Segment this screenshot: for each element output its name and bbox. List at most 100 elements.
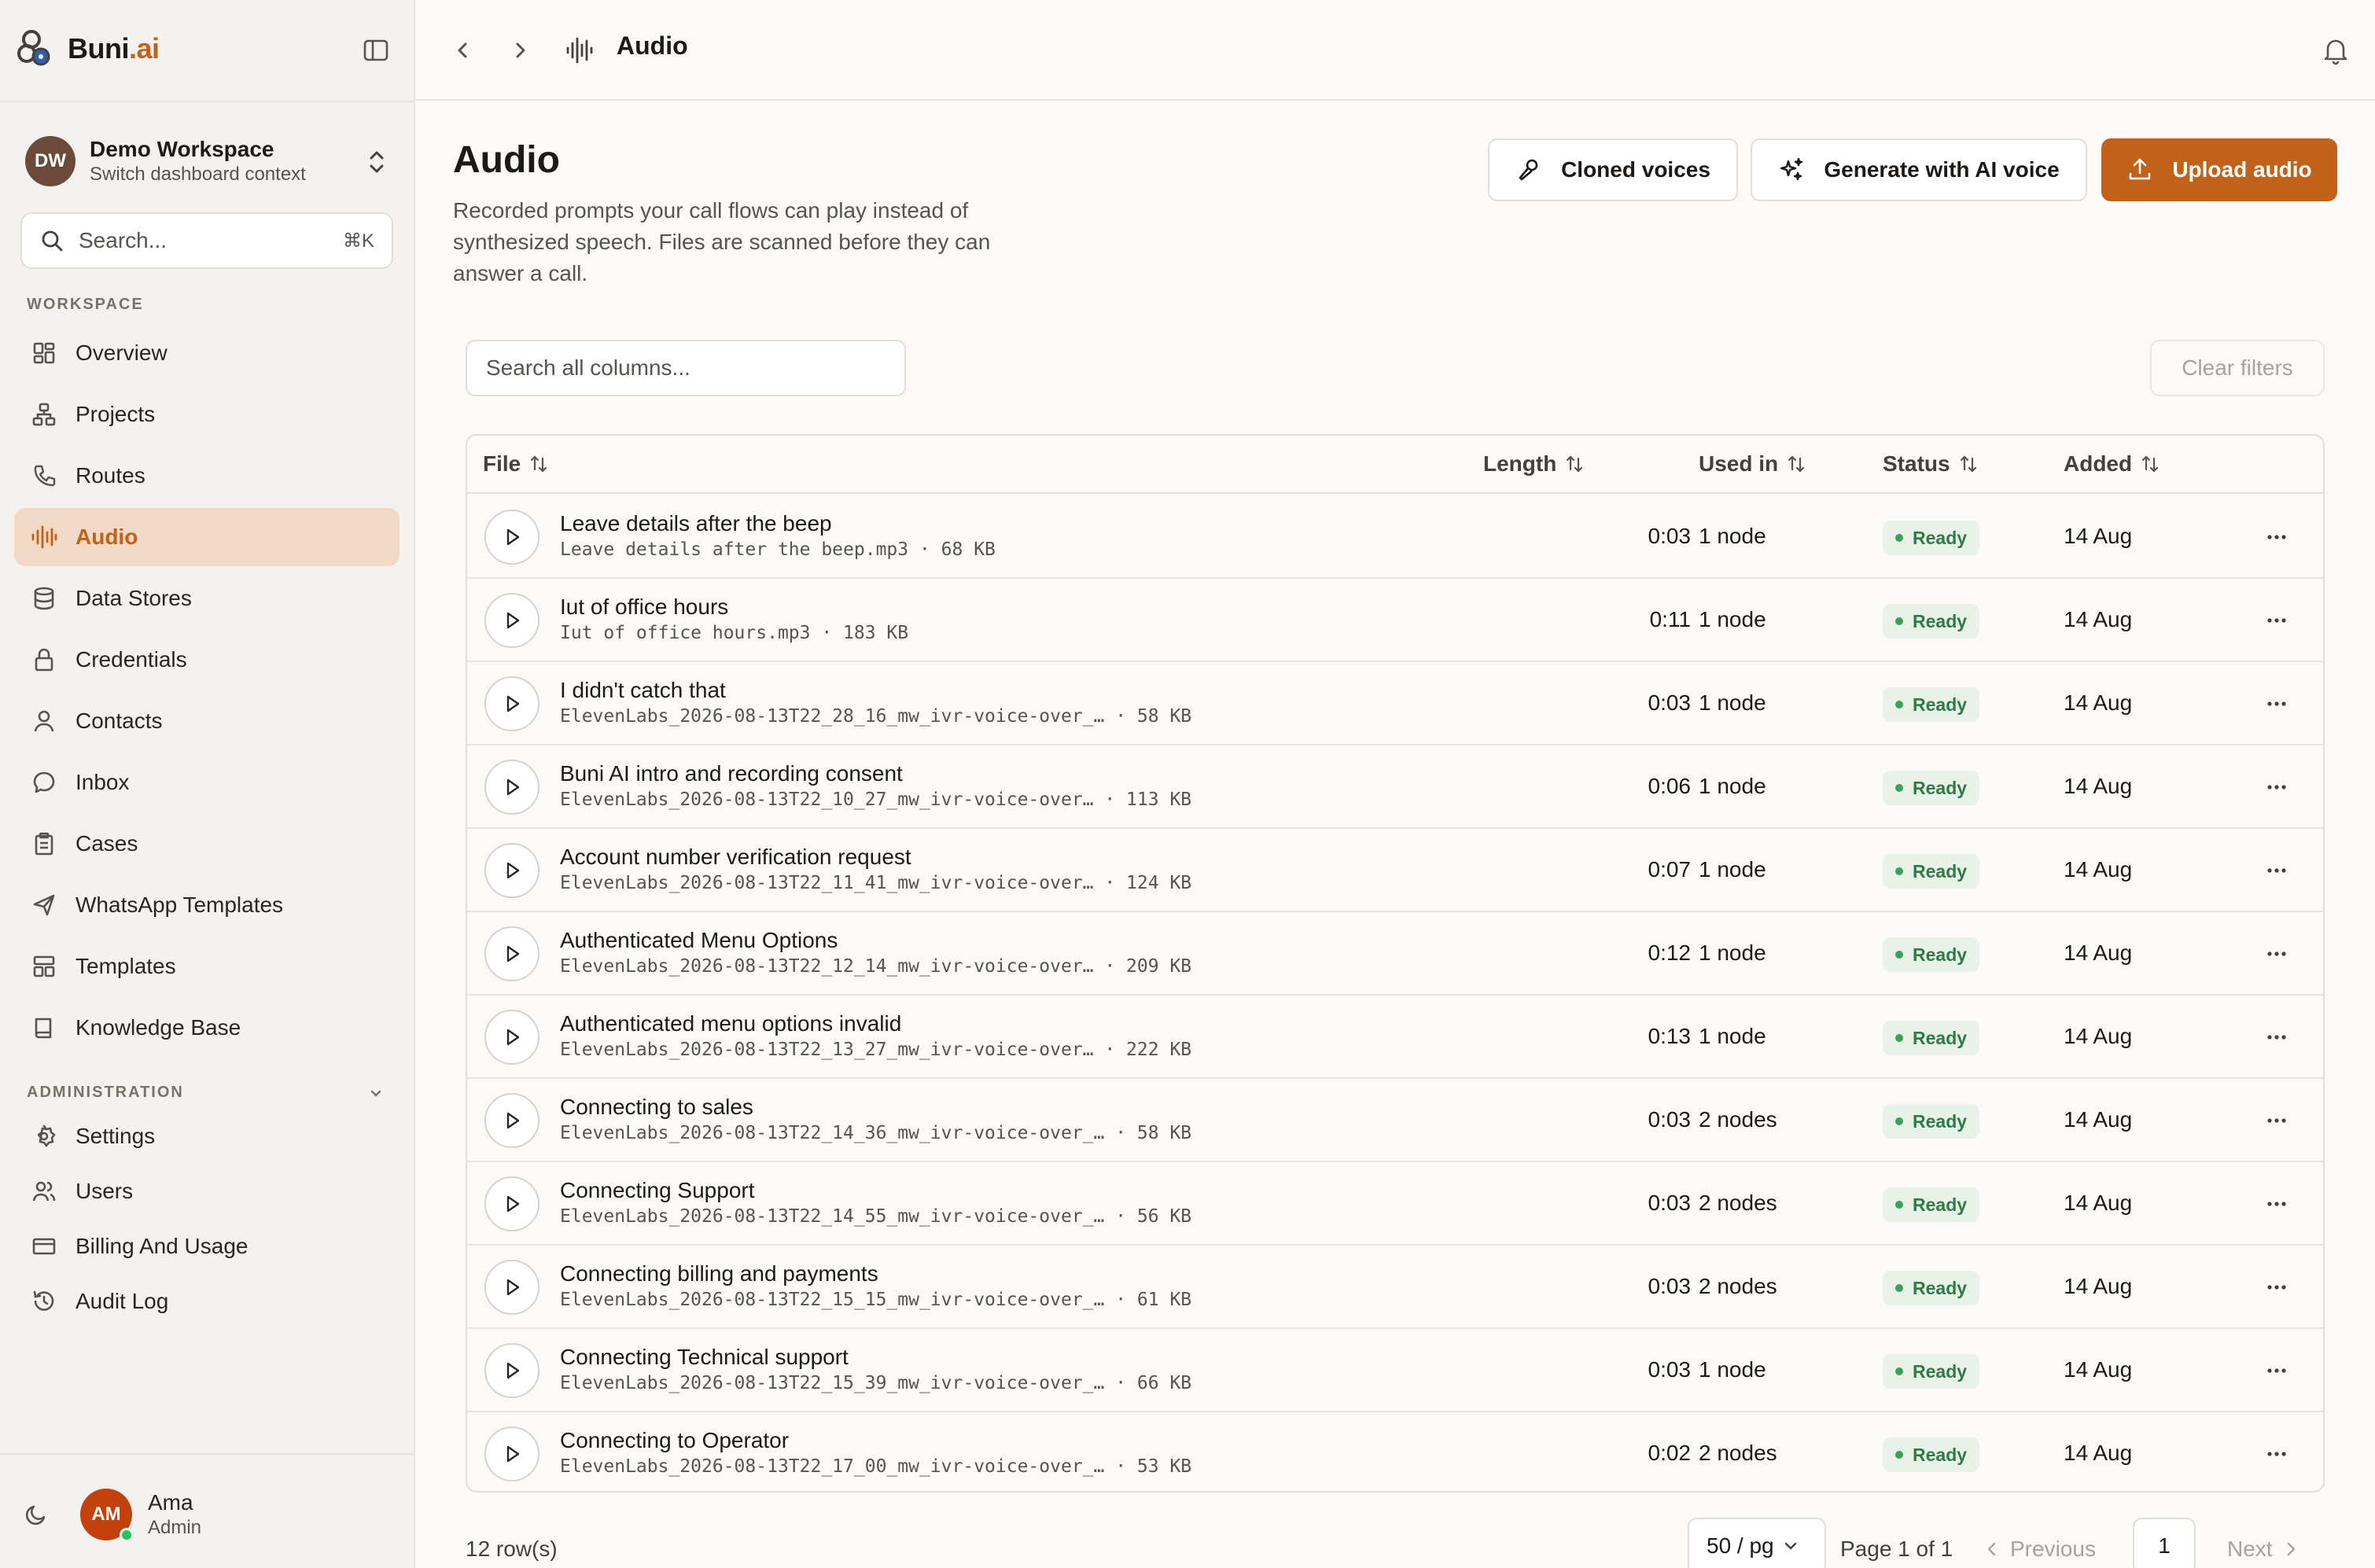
sidebar-item-contacts[interactable]: Contacts (14, 692, 400, 750)
forward-arrow-icon[interactable] (505, 35, 536, 66)
more-options-icon[interactable] (2263, 859, 2290, 882)
table-row[interactable]: Authenticated Menu Options ElevenLabs_202… (467, 912, 2323, 996)
status-dot (1895, 1117, 1903, 1125)
column-header-used-in[interactable]: Used in (1699, 451, 1806, 477)
audio-filename: ElevenLabs_2026-08-13T22_17_00_mw_ivr-vo… (560, 1456, 1192, 1477)
sidebar-item-routes[interactable]: Routes (14, 447, 400, 505)
table-search-input[interactable] (486, 355, 904, 381)
clear-filters-button[interactable]: Clear filters (2150, 340, 2325, 396)
upload-audio-button[interactable]: Upload audio (2101, 138, 2337, 201)
generate-ai-voice-button[interactable]: Generate with AI voice (1751, 138, 2087, 201)
audio-used-in: 1 node (1699, 774, 1766, 798)
status-dot (1895, 534, 1903, 542)
sidebar-item-audit-log[interactable]: Audit Log (14, 1272, 400, 1331)
chevron-down-icon[interactable] (366, 1084, 385, 1102)
page-size-select[interactable]: 50 / pg (1688, 1518, 1826, 1568)
more-options-icon[interactable] (2263, 1359, 2290, 1382)
more-options-icon[interactable] (2263, 1192, 2290, 1216)
sidebar-item-billing[interactable]: Billing And Usage (14, 1217, 400, 1275)
bell-icon[interactable] (2320, 35, 2351, 66)
user-menu[interactable]: AM Ama Admin (24, 1483, 393, 1546)
workspace-switcher[interactable]: DW Demo Workspace Switch dashboard conte… (25, 134, 392, 189)
cloned-voices-button[interactable]: Cloned voices (1488, 138, 1738, 201)
play-button[interactable] (484, 1010, 539, 1065)
more-options-icon[interactable] (2263, 525, 2290, 549)
play-button[interactable] (484, 510, 539, 565)
play-button[interactable] (484, 1093, 539, 1148)
credit-card-icon (32, 1238, 56, 1255)
sidebar-item-projects[interactable]: Projects (14, 385, 400, 444)
history-icon (33, 1290, 54, 1311)
table-row[interactable]: Connecting to sales ElevenLabs_2026-08-13… (467, 1079, 2323, 1162)
sidebar-item-settings[interactable]: Settings (14, 1107, 400, 1165)
sidebar-item-knowledge-base[interactable]: Knowledge Base (14, 999, 400, 1057)
back-arrow-icon[interactable] (447, 35, 478, 66)
more-options-icon[interactable] (2263, 609, 2290, 632)
sidebar-search[interactable]: Search... ⌘K (20, 212, 393, 269)
play-button[interactable] (484, 1343, 539, 1398)
column-header-added[interactable]: Added (2064, 451, 2160, 477)
chevron-up-down-icon (370, 151, 384, 173)
table-row[interactable]: I didn't catch that ElevenLabs_2026-08-13… (467, 662, 2323, 745)
brand-name: Buni.ai (68, 32, 160, 64)
more-options-icon[interactable] (2263, 1275, 2290, 1299)
table-row[interactable]: Account number verification request Eleve… (467, 829, 2323, 912)
page-number-button[interactable]: 1 (2133, 1518, 2196, 1568)
audio-filename: ElevenLabs_2026-08-13T22_15_15_mw_ivr-vo… (560, 1290, 1192, 1310)
sidebar-item-overview[interactable]: Overview (14, 324, 400, 382)
play-button[interactable] (484, 676, 539, 731)
status-badge: Ready (1883, 521, 1980, 555)
play-button[interactable] (484, 1176, 539, 1231)
sidebar-item-inbox[interactable]: Inbox (14, 753, 400, 812)
more-options-icon[interactable] (2263, 1442, 2290, 1466)
sidebar-item-label: Cases (75, 831, 138, 856)
table-row[interactable]: Authenticated menu options invalid Eleven… (467, 996, 2323, 1079)
workspace-subtitle: Switch dashboard context (90, 164, 306, 185)
table-row[interactable]: Connecting to Operator ElevenLabs_2026-08… (467, 1412, 2323, 1491)
audio-length: 0:13 (1648, 1024, 1692, 1048)
table-row[interactable]: Iut of office hours Iut of office hours.m… (467, 579, 2323, 662)
moon-icon[interactable] (24, 1502, 49, 1527)
column-header-length[interactable]: Length (1483, 451, 1585, 477)
sidebar-item-templates[interactable]: Templates (14, 937, 400, 996)
sidebar-search-placeholder: Search... (79, 228, 168, 252)
sidebar-item-users[interactable]: Users (14, 1162, 400, 1220)
play-button[interactable] (484, 926, 539, 981)
play-button[interactable] (484, 760, 539, 815)
table-row[interactable]: Leave details after the beep Leave detail… (467, 495, 2323, 579)
table-row[interactable]: Connecting billing and payments ElevenLab… (467, 1246, 2323, 1329)
table-search[interactable] (466, 340, 906, 396)
more-options-icon[interactable] (2263, 942, 2290, 966)
column-header-status[interactable]: Status (1883, 451, 1979, 477)
more-options-icon[interactable] (2263, 775, 2290, 799)
chevron-down-icon (1784, 1542, 1796, 1550)
sidebar-item-whatsapp-templates[interactable]: WhatsApp Templates (14, 876, 400, 934)
sidebar-item-label: Routes (75, 463, 145, 488)
play-button[interactable] (484, 593, 539, 648)
sidebar-item-credentials[interactable]: Credentials (14, 631, 400, 689)
audio-table: File Length Used in Status Added Leave d… (466, 434, 2325, 1493)
audio-name: Connecting to sales (560, 1095, 753, 1119)
more-options-icon[interactable] (2263, 1025, 2290, 1049)
sidebar-toggle-icon[interactable] (360, 35, 392, 66)
table-row[interactable]: Connecting Support ElevenLabs_2026-08-13T… (467, 1162, 2323, 1246)
play-button[interactable] (484, 1260, 539, 1315)
column-header-file[interactable]: File (483, 451, 549, 477)
search-icon (42, 230, 63, 252)
next-page-button[interactable]: Next (2227, 1537, 2301, 1562)
status-dot (1895, 1284, 1903, 1292)
sidebar-item-data-stores[interactable]: Data Stores (14, 569, 400, 628)
previous-page-button[interactable]: Previous (1982, 1537, 2096, 1562)
play-button[interactable] (484, 1426, 539, 1482)
table-row[interactable]: Connecting Technical support ElevenLabs_2… (467, 1329, 2323, 1412)
table-row[interactable]: Buni AI intro and recording consent Eleve… (467, 745, 2323, 829)
audio-length: 0:07 (1648, 857, 1692, 882)
play-button[interactable] (484, 843, 539, 898)
sidebar-item-cases[interactable]: Cases (14, 815, 400, 873)
more-options-icon[interactable] (2263, 1109, 2290, 1132)
sidebar-item-audio[interactable]: Audio (14, 508, 400, 566)
more-options-icon[interactable] (2263, 692, 2290, 716)
brand[interactable]: Buni.ai (16, 27, 160, 71)
play-icon (506, 695, 520, 712)
audio-used-in: 2 nodes (1699, 1191, 1777, 1215)
